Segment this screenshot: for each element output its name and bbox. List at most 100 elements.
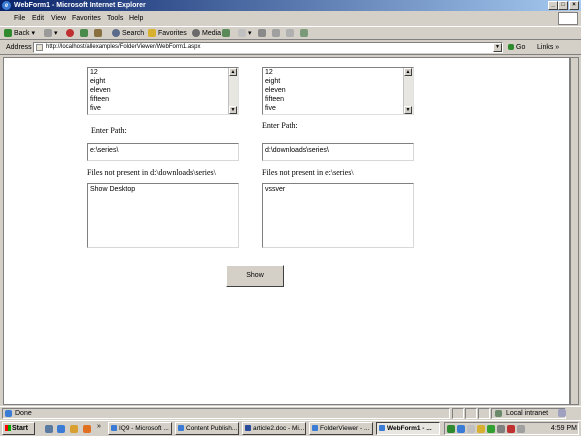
quicklaunch-app-icon[interactable] (83, 425, 91, 433)
list-item[interactable]: five (88, 104, 238, 113)
tray-volume-icon[interactable] (517, 425, 525, 433)
task-button[interactable]: FolderViewer - ... (309, 422, 373, 435)
favorites-star-icon (148, 29, 156, 38)
discuss-icon (286, 29, 294, 38)
app-icon (178, 425, 184, 431)
list-item[interactable]: five (263, 104, 413, 113)
ie-page-icon (5, 410, 12, 417)
discuss-button[interactable] (286, 28, 296, 40)
resize-grip-icon (558, 409, 566, 417)
edit-icon (272, 29, 280, 38)
forward-button[interactable]: ▾ (44, 28, 58, 40)
menu-file[interactable]: File (14, 12, 25, 25)
right-path-input[interactable]: d:\downloads\series\ (262, 143, 414, 161)
menu-bar: File Edit View Favorites Tools Help (0, 12, 581, 25)
address-dropdown-button[interactable]: ▼ (493, 43, 502, 52)
media-button[interactable]: Media (192, 28, 221, 40)
forward-arrow-icon (44, 29, 52, 38)
close-button[interactable]: × (569, 1, 579, 10)
windows-logo-icon (558, 12, 578, 25)
tray-app-icon[interactable] (497, 425, 505, 433)
scroll-up-arrow-icon[interactable]: ▲ (404, 68, 412, 76)
refresh-button[interactable] (80, 28, 90, 40)
task-button[interactable]: Content Publish... (175, 422, 239, 435)
left-files-label: Files not present in d:\downloads\series… (87, 168, 216, 177)
status-cell (465, 408, 477, 419)
task-button-active[interactable]: WebForm1 - ... (376, 422, 440, 435)
history-button[interactable] (222, 28, 232, 40)
task-button[interactable]: article2.doc - Mi... (242, 422, 306, 435)
tray-app-icon[interactable] (487, 425, 495, 433)
show-button[interactable]: Show (226, 265, 284, 287)
title-bar: e WebForm1 - Microsoft Internet Explorer… (0, 0, 581, 11)
listbox-scrollbar[interactable]: ▲ ▼ (228, 68, 238, 114)
left-path-label: Enter Path: (91, 126, 127, 135)
list-item[interactable]: 12 (88, 68, 238, 77)
scroll-up-arrow-icon[interactable]: ▲ (229, 68, 237, 76)
ie-app-icon: e (2, 1, 11, 10)
scroll-down-arrow-icon[interactable]: ▼ (404, 106, 412, 114)
clock: 4:59 PM (550, 425, 577, 432)
tray-app-icon[interactable] (457, 425, 465, 433)
tray-app-icon[interactable] (477, 425, 485, 433)
search-button[interactable]: Search (112, 28, 144, 40)
scroll-down-arrow-icon[interactable]: ▼ (229, 106, 237, 114)
left-folder-listbox[interactable]: 12 eight eleven fifteen five ▲ ▼ (87, 67, 239, 115)
page-icon (36, 44, 43, 51)
messenger-button[interactable] (300, 28, 310, 40)
links-button[interactable]: Links » (537, 42, 559, 53)
list-item[interactable]: fifteen (88, 95, 238, 104)
menu-favorites[interactable]: Favorites (72, 12, 101, 25)
status-cell (452, 408, 464, 419)
maximize-button[interactable]: □ (558, 1, 568, 10)
list-item[interactable]: 12 (263, 68, 413, 77)
list-item[interactable]: eleven (88, 86, 238, 95)
history-icon (222, 29, 230, 38)
edit-button[interactable] (272, 28, 282, 40)
left-path-input[interactable]: e:\series\ (87, 143, 239, 161)
tray-network-icon[interactable] (447, 425, 455, 433)
quicklaunch-ie-icon[interactable] (57, 425, 65, 433)
home-icon (94, 29, 102, 38)
window-title: WebForm1 - Microsoft Internet Explorer (14, 2, 146, 9)
task-button[interactable]: IQ9 - Microsoft ... (108, 422, 172, 435)
quicklaunch-desktop-icon[interactable] (45, 425, 53, 433)
media-icon (192, 29, 200, 38)
start-button[interactable]: Start (2, 422, 35, 435)
home-button[interactable] (94, 28, 104, 40)
list-item[interactable]: eight (263, 77, 413, 86)
tray-app-icon[interactable] (507, 425, 515, 433)
status-text-cell: Done (2, 408, 450, 419)
right-missing-files-box[interactable]: vssver (262, 183, 414, 248)
list-item: Show Desktop (90, 186, 136, 193)
listbox-scrollbar[interactable]: ▲ ▼ (403, 68, 413, 114)
page-content: 12 eight eleven fifteen five ▲ ▼ 12 eigh… (3, 57, 570, 405)
favorites-button[interactable]: Favorites (148, 28, 187, 40)
stop-icon (66, 29, 74, 38)
minimize-button[interactable]: _ (548, 1, 558, 10)
menu-help[interactable]: Help (129, 12, 143, 25)
tray-app-icon[interactable] (467, 425, 475, 433)
mail-button[interactable]: ▾ (238, 28, 252, 40)
app-icon (312, 425, 318, 431)
quicklaunch-more-icon[interactable]: » (97, 423, 101, 430)
go-button[interactable]: Go (508, 42, 525, 53)
menu-edit[interactable]: Edit (32, 12, 44, 25)
toolbar: Back ▾ ▾ Search Favorites Media ▾ (0, 26, 581, 40)
stop-button[interactable] (66, 28, 76, 40)
right-folder-listbox[interactable]: 12 eight eleven fifteen five ▲ ▼ (262, 67, 414, 115)
list-item[interactable]: eight (88, 77, 238, 86)
page-scrollbar[interactable] (570, 57, 579, 405)
go-arrow-icon (508, 44, 514, 51)
address-input[interactable]: http://localhost/allexamples/FolderViewe… (33, 42, 503, 53)
menu-tools[interactable]: Tools (107, 12, 123, 25)
print-button[interactable] (258, 28, 268, 40)
left-missing-files-box[interactable]: Show Desktop (87, 183, 239, 248)
back-button[interactable]: Back ▾ (4, 28, 35, 40)
quicklaunch-outlook-icon[interactable] (70, 425, 78, 433)
list-item[interactable]: fifteen (263, 95, 413, 104)
menu-view[interactable]: View (51, 12, 66, 25)
list-item[interactable]: eleven (263, 86, 413, 95)
list-item: vssver (265, 186, 286, 193)
app-icon (111, 425, 117, 431)
